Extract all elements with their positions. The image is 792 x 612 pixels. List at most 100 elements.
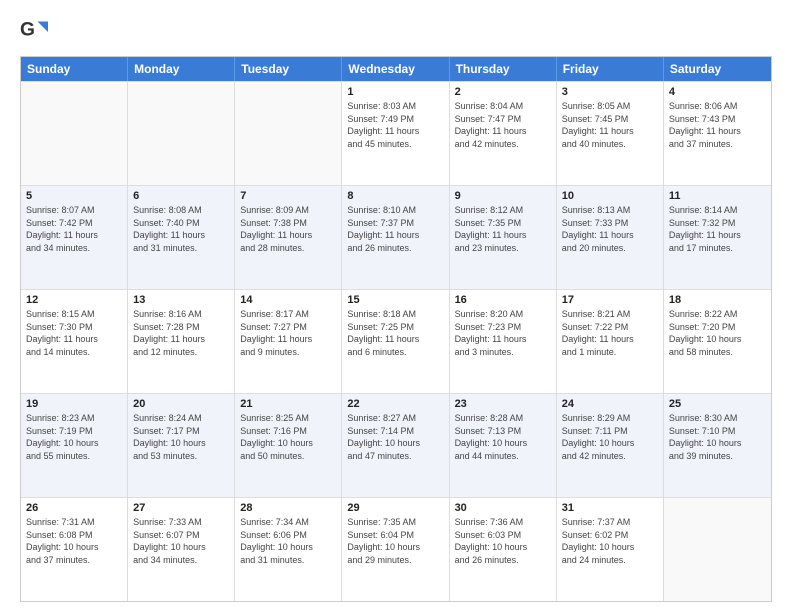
day-info: Sunrise: 8:13 AM Sunset: 7:33 PM Dayligh…: [562, 204, 658, 254]
calendar-body: 1 Sunrise: 8:03 AM Sunset: 7:49 PM Daylig…: [21, 81, 771, 601]
day-info: Sunrise: 7:31 AM Sunset: 6:08 PM Dayligh…: [26, 516, 122, 566]
day-info: Sunrise: 8:28 AM Sunset: 7:13 PM Dayligh…: [455, 412, 551, 462]
day-info: Sunrise: 7:33 AM Sunset: 6:07 PM Dayligh…: [133, 516, 229, 566]
day-number: 15: [347, 294, 443, 306]
calendar-header: SundayMondayTuesdayWednesdayThursdayFrid…: [21, 57, 771, 81]
day-number: 3: [562, 86, 658, 98]
day-number: 9: [455, 190, 551, 202]
empty-cell: [235, 82, 342, 185]
day-cell: 5 Sunrise: 8:07 AM Sunset: 7:42 PM Daylig…: [21, 186, 128, 289]
day-number: 10: [562, 190, 658, 202]
day-number: 20: [133, 398, 229, 410]
day-cell: 23 Sunrise: 8:28 AM Sunset: 7:13 PM Dayli…: [450, 394, 557, 497]
day-info: Sunrise: 8:20 AM Sunset: 7:23 PM Dayligh…: [455, 308, 551, 358]
weekday-header: Thursday: [450, 57, 557, 81]
day-number: 13: [133, 294, 229, 306]
day-cell: 13Sunrise: 8:16 AM Sunset: 7:28 PM Dayli…: [128, 290, 235, 393]
day-cell: 20 Sunrise: 8:24 AM Sunset: 7:17 PM Dayli…: [128, 394, 235, 497]
empty-cell: [21, 82, 128, 185]
weekday-header: Sunday: [21, 57, 128, 81]
day-info: Sunrise: 8:15 AM Sunset: 7:30 PM Dayligh…: [26, 308, 122, 358]
day-cell: 22 Sunrise: 8:27 AM Sunset: 7:14 PM Dayli…: [342, 394, 449, 497]
day-number: 1: [347, 86, 443, 98]
day-info: Sunrise: 8:27 AM Sunset: 7:14 PM Dayligh…: [347, 412, 443, 462]
day-number: 16: [455, 294, 551, 306]
page-header: G: [20, 18, 772, 46]
day-cell: 21 Sunrise: 8:25 AM Sunset: 7:16 PM Dayli…: [235, 394, 342, 497]
calendar-row: 26 Sunrise: 7:31 AM Sunset: 6:08 PM Dayli…: [21, 497, 771, 601]
day-cell: 19 Sunrise: 8:23 AM Sunset: 7:19 PM Dayli…: [21, 394, 128, 497]
day-info: Sunrise: 8:12 AM Sunset: 7:35 PM Dayligh…: [455, 204, 551, 254]
day-cell: 14 Sunrise: 8:17 AM Sunset: 7:27 PM Dayli…: [235, 290, 342, 393]
day-info: Sunrise: 7:37 AM Sunset: 6:02 PM Dayligh…: [562, 516, 658, 566]
day-info: Sunrise: 8:29 AM Sunset: 7:11 PM Dayligh…: [562, 412, 658, 462]
day-info: Sunrise: 8:23 AM Sunset: 7:19 PM Dayligh…: [26, 412, 122, 462]
calendar-row: 19 Sunrise: 8:23 AM Sunset: 7:19 PM Dayli…: [21, 393, 771, 497]
day-number: 26: [26, 502, 122, 514]
day-info: Sunrise: 8:22 AM Sunset: 7:20 PM Dayligh…: [669, 308, 766, 358]
day-cell: 12 Sunrise: 8:15 AM Sunset: 7:30 PM Dayli…: [21, 290, 128, 393]
day-cell: 1 Sunrise: 8:03 AM Sunset: 7:49 PM Daylig…: [342, 82, 449, 185]
day-number: 18: [669, 294, 766, 306]
day-number: 24: [562, 398, 658, 410]
day-info: Sunrise: 8:08 AM Sunset: 7:40 PM Dayligh…: [133, 204, 229, 254]
logo-icon: G: [20, 18, 48, 46]
svg-text:G: G: [20, 20, 35, 41]
day-number: 27: [133, 502, 229, 514]
day-info: Sunrise: 8:10 AM Sunset: 7:37 PM Dayligh…: [347, 204, 443, 254]
day-number: 14: [240, 294, 336, 306]
empty-cell: [664, 498, 771, 601]
day-number: 17: [562, 294, 658, 306]
weekday-header: Friday: [557, 57, 664, 81]
weekday-header: Monday: [128, 57, 235, 81]
day-number: 19: [26, 398, 122, 410]
day-info: Sunrise: 8:03 AM Sunset: 7:49 PM Dayligh…: [347, 100, 443, 150]
day-info: Sunrise: 8:18 AM Sunset: 7:25 PM Dayligh…: [347, 308, 443, 358]
day-info: Sunrise: 8:07 AM Sunset: 7:42 PM Dayligh…: [26, 204, 122, 254]
calendar-row: 1 Sunrise: 8:03 AM Sunset: 7:49 PM Daylig…: [21, 81, 771, 185]
day-number: 7: [240, 190, 336, 202]
day-number: 29: [347, 502, 443, 514]
day-cell: 8 Sunrise: 8:10 AM Sunset: 7:37 PM Daylig…: [342, 186, 449, 289]
day-number: 5: [26, 190, 122, 202]
day-cell: 2Sunrise: 8:04 AM Sunset: 7:47 PM Daylig…: [450, 82, 557, 185]
day-number: 21: [240, 398, 336, 410]
day-number: 25: [669, 398, 766, 410]
day-cell: 9 Sunrise: 8:12 AM Sunset: 7:35 PM Daylig…: [450, 186, 557, 289]
day-info: Sunrise: 8:17 AM Sunset: 7:27 PM Dayligh…: [240, 308, 336, 358]
day-number: 8: [347, 190, 443, 202]
day-number: 23: [455, 398, 551, 410]
day-number: 22: [347, 398, 443, 410]
day-cell: 17 Sunrise: 8:21 AM Sunset: 7:22 PM Dayli…: [557, 290, 664, 393]
day-cell: 6 Sunrise: 8:08 AM Sunset: 7:40 PM Daylig…: [128, 186, 235, 289]
day-cell: 18 Sunrise: 8:22 AM Sunset: 7:20 PM Dayli…: [664, 290, 771, 393]
day-cell: 15 Sunrise: 8:18 AM Sunset: 7:25 PM Dayli…: [342, 290, 449, 393]
day-number: 12: [26, 294, 122, 306]
day-cell: 25Sunrise: 8:30 AM Sunset: 7:10 PM Dayli…: [664, 394, 771, 497]
day-info: Sunrise: 8:24 AM Sunset: 7:17 PM Dayligh…: [133, 412, 229, 462]
day-info: Sunrise: 7:34 AM Sunset: 6:06 PM Dayligh…: [240, 516, 336, 566]
day-number: 31: [562, 502, 658, 514]
day-number: 30: [455, 502, 551, 514]
day-info: Sunrise: 7:36 AM Sunset: 6:03 PM Dayligh…: [455, 516, 551, 566]
day-cell: 26 Sunrise: 7:31 AM Sunset: 6:08 PM Dayli…: [21, 498, 128, 601]
day-number: 6: [133, 190, 229, 202]
day-number: 11: [669, 190, 766, 202]
day-number: 2: [455, 86, 551, 98]
day-info: Sunrise: 8:09 AM Sunset: 7:38 PM Dayligh…: [240, 204, 336, 254]
weekday-header: Tuesday: [235, 57, 342, 81]
day-cell: 24 Sunrise: 8:29 AM Sunset: 7:11 PM Dayli…: [557, 394, 664, 497]
day-cell: 30 Sunrise: 7:36 AM Sunset: 6:03 PM Dayli…: [450, 498, 557, 601]
day-info: Sunrise: 8:14 AM Sunset: 7:32 PM Dayligh…: [669, 204, 766, 254]
day-info: Sunrise: 8:05 AM Sunset: 7:45 PM Dayligh…: [562, 100, 658, 150]
day-number: 4: [669, 86, 766, 98]
day-info: Sunrise: 8:25 AM Sunset: 7:16 PM Dayligh…: [240, 412, 336, 462]
day-cell: 7 Sunrise: 8:09 AM Sunset: 7:38 PM Daylig…: [235, 186, 342, 289]
day-cell: 31 Sunrise: 7:37 AM Sunset: 6:02 PM Dayli…: [557, 498, 664, 601]
day-cell: 28 Sunrise: 7:34 AM Sunset: 6:06 PM Dayli…: [235, 498, 342, 601]
day-info: Sunrise: 8:21 AM Sunset: 7:22 PM Dayligh…: [562, 308, 658, 358]
day-number: 28: [240, 502, 336, 514]
day-cell: 11 Sunrise: 8:14 AM Sunset: 7:32 PM Dayli…: [664, 186, 771, 289]
weekday-header: Saturday: [664, 57, 771, 81]
day-cell: 4Sunrise: 8:06 AM Sunset: 7:43 PM Daylig…: [664, 82, 771, 185]
